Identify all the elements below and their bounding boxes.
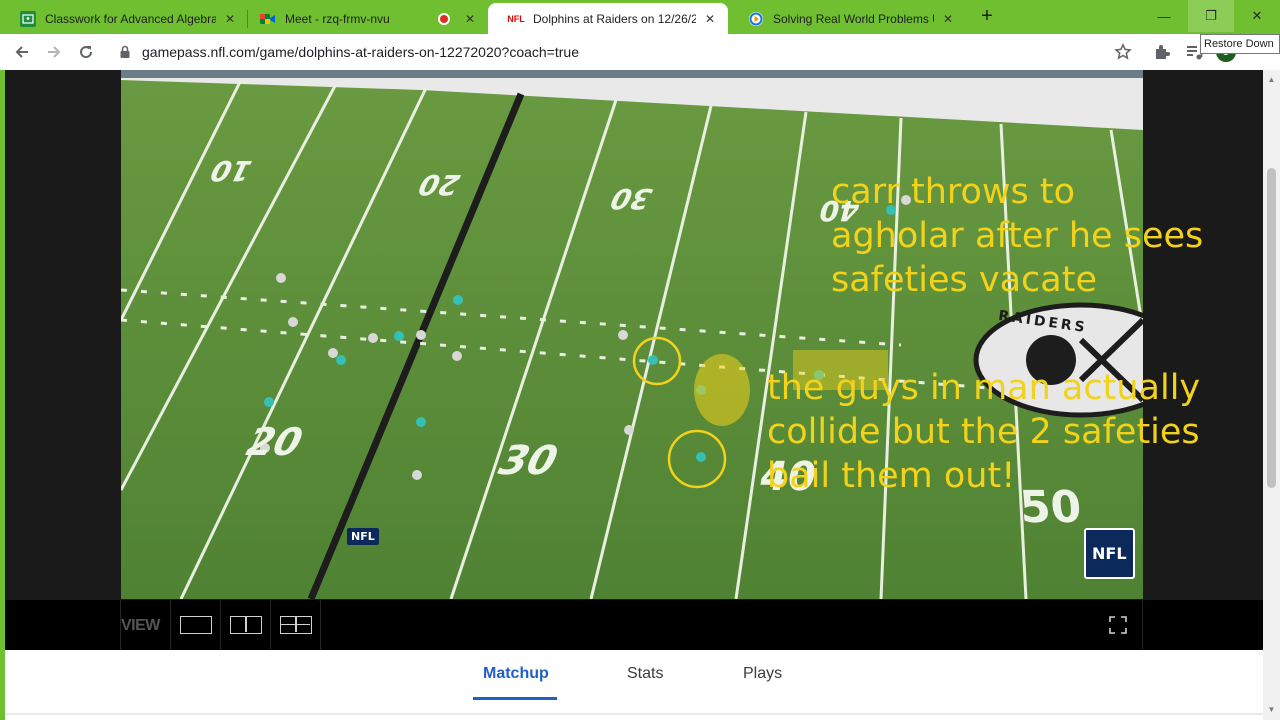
extensions-icon[interactable] (1152, 42, 1172, 62)
sideline-crowd (121, 70, 1143, 78)
player (412, 470, 422, 480)
player (696, 452, 706, 462)
tab-dolphins-raiders[interactable]: NFL Dolphins at Raiders on 12/26/20... ✕ (488, 3, 728, 34)
quad-view-button[interactable] (280, 616, 312, 634)
player (453, 295, 463, 305)
control-divider (170, 600, 171, 650)
star-icon[interactable] (1114, 43, 1132, 61)
close-window-button[interactable]: ✕ (1234, 0, 1280, 32)
tab-solving-problems[interactable]: Solving Real World Problems Usi... ✕ (728, 3, 966, 34)
minimize-button[interactable]: — (1141, 0, 1187, 32)
close-tab-icon[interactable]: ✕ (222, 11, 238, 27)
player (260, 443, 270, 453)
control-divider (270, 600, 271, 650)
url-text[interactable]: gamepass.nfl.com/game/dolphins-at-raider… (142, 44, 579, 60)
restore-down-tooltip: Restore Down (1200, 34, 1280, 54)
player (648, 355, 658, 365)
recording-icon (436, 11, 452, 27)
scrollbar[interactable]: ▲ ▼ (1263, 70, 1280, 720)
tab-matchup[interactable]: Matchup (483, 665, 549, 683)
player (416, 417, 426, 427)
edpuzzle-icon (748, 11, 764, 27)
classroom-icon (20, 10, 36, 27)
player (368, 333, 378, 343)
player (618, 330, 628, 340)
view-label: VIEW (121, 617, 160, 634)
player (276, 273, 286, 283)
annotation-line: the guys in man actually (767, 368, 1201, 408)
annotation-text-1: carr throws to agholar after he sees saf… (831, 170, 1203, 302)
annotation-line: safeties vacate (831, 260, 1097, 300)
close-tab-icon[interactable]: ✕ (462, 11, 478, 27)
back-icon[interactable] (10, 40, 34, 64)
annotation-line: carr throws to (831, 172, 1076, 212)
tab-classwork[interactable]: Classwork for Advanced Algebra ✕ (0, 3, 248, 34)
close-tab-icon[interactable]: ✕ (940, 11, 956, 27)
tab-title: Solving Real World Problems Usi... (773, 11, 934, 26)
tab-meet[interactable]: Meet - rzq-frmv-nvu ✕ (240, 3, 488, 34)
tab-stats[interactable]: Stats (627, 665, 663, 683)
player (328, 348, 338, 358)
split-view-button[interactable] (230, 616, 262, 634)
meet-icon (260, 11, 276, 27)
close-tab-icon[interactable]: ✕ (702, 11, 718, 27)
scrollbar-thumb[interactable] (1267, 168, 1276, 488)
restore-down-button[interactable]: ❐ (1188, 0, 1234, 32)
player (288, 317, 298, 327)
player (394, 331, 404, 341)
annotation-text-2: the guys in man actually collide but the… (767, 366, 1200, 498)
scroll-down-icon[interactable]: ▼ (1267, 706, 1276, 714)
control-divider (1142, 600, 1143, 650)
tab-plays[interactable]: Plays (743, 665, 782, 683)
new-tab-button[interactable]: + (975, 5, 999, 29)
tab-title: Meet - rzq-frmv-nvu (285, 11, 390, 26)
forward-icon[interactable] (42, 40, 66, 64)
tab-strip: Classwork for Advanced Algebra ✕ Meet - … (0, 0, 1280, 34)
nfl-favicon: NFL (507, 13, 525, 24)
annotation-line: bail them out! (767, 456, 1016, 496)
page-tabs (5, 650, 1263, 720)
video-player[interactable] (5, 70, 1263, 600)
highlight-ellipse (694, 354, 750, 426)
reload-icon[interactable] (74, 40, 98, 64)
player (336, 355, 346, 365)
address-bar[interactable]: gamepass.nfl.com/game/dolphins-at-raider… (108, 37, 1140, 67)
control-divider (220, 600, 221, 650)
active-tab-indicator (473, 697, 557, 700)
player (264, 397, 274, 407)
player (624, 425, 634, 435)
single-view-button[interactable] (180, 616, 212, 634)
tab-title: Dolphins at Raiders on 12/26/20... (533, 11, 696, 26)
browser-toolbar: gamepass.nfl.com/game/dolphins-at-raider… (0, 34, 1280, 70)
annotation-line: collide but the 2 safeties (767, 412, 1200, 452)
player (452, 351, 462, 361)
divider (5, 713, 1263, 715)
annotation-line: agholar after he sees (831, 216, 1204, 256)
player (416, 330, 426, 340)
control-divider (320, 600, 321, 650)
football-field-frame (121, 70, 1143, 599)
tab-title: Classwork for Advanced Algebra (45, 11, 216, 26)
lock-icon[interactable] (118, 45, 132, 59)
scroll-up-icon[interactable]: ▲ (1267, 76, 1276, 84)
fullscreen-icon[interactable] (1108, 615, 1128, 635)
